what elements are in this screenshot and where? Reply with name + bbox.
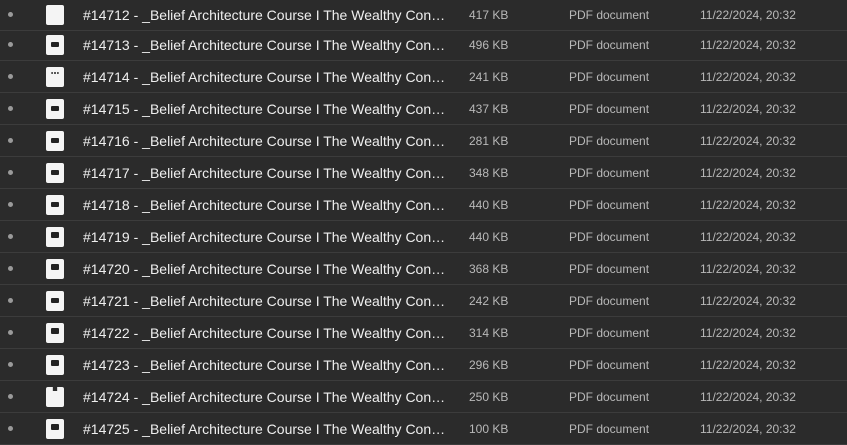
file-size: 250 KB [469, 390, 509, 404]
file-date-modified: 11/22/2024, 20:32 [700, 134, 796, 148]
bullet-icon [8, 74, 13, 79]
file-row[interactable]: #14722 - _Belief Architecture Course I T… [0, 318, 847, 349]
bullet-icon [8, 234, 13, 239]
file-type: PDF document [569, 38, 650, 52]
file-size: 242 KB [469, 294, 509, 308]
file-date-modified: 11/22/2024, 20:32 [700, 8, 796, 22]
file-type: PDF document [569, 262, 650, 276]
file-date-modified: 11/22/2024, 20:32 [700, 422, 796, 436]
pdf-thumbnail-icon [46, 35, 64, 55]
file-row[interactable]: #14713 - _Belief Architecture Course I T… [0, 30, 847, 61]
file-row[interactable]: #14715 - _Belief Architecture Course I T… [0, 94, 847, 125]
file-date-modified: 11/22/2024, 20:32 [700, 198, 796, 212]
pdf-thumbnail-icon [46, 163, 64, 183]
file-name[interactable]: #14717 - _Belief Architecture Course I T… [83, 165, 448, 182]
file-date-modified: 11/22/2024, 20:32 [700, 326, 796, 340]
file-type: PDF document [569, 198, 650, 212]
file-type: PDF document [569, 230, 650, 244]
file-type: PDF document [569, 294, 650, 308]
file-row[interactable]: #14719 - _Belief Architecture Course I T… [0, 222, 847, 253]
bullet-icon [8, 298, 13, 303]
file-size: 417 KB [469, 8, 509, 22]
file-name[interactable]: #14725 - _Belief Architecture Course I T… [83, 421, 448, 438]
bullet-icon [8, 426, 13, 431]
file-list: #14712 - _Belief Architecture Course I T… [0, 0, 847, 445]
file-row[interactable]: #14725 - _Belief Architecture Course I T… [0, 414, 847, 445]
file-size: 496 KB [469, 38, 509, 52]
pdf-thumbnail-icon [46, 355, 64, 375]
file-size: 440 KB [469, 230, 509, 244]
pdf-thumbnail-icon [46, 5, 64, 25]
file-row[interactable]: #14718 - _Belief Architecture Course I T… [0, 190, 847, 221]
file-name[interactable]: #14714 - _Belief Architecture Course I T… [83, 69, 448, 86]
file-name[interactable]: #14723 - _Belief Architecture Course I T… [83, 357, 448, 374]
file-type: PDF document [569, 8, 650, 22]
pdf-thumbnail-icon [46, 131, 64, 151]
file-size: 100 KB [469, 422, 509, 436]
file-type: PDF document [569, 358, 650, 372]
file-type: PDF document [569, 166, 650, 180]
file-size: 440 KB [469, 198, 509, 212]
file-type: PDF document [569, 70, 650, 84]
bullet-icon [8, 202, 13, 207]
file-name[interactable]: #14712 - _Belief Architecture Course I T… [83, 7, 448, 24]
file-row[interactable]: #14712 - _Belief Architecture Course I T… [0, 0, 847, 31]
file-date-modified: 11/22/2024, 20:32 [700, 102, 796, 116]
bullet-icon [8, 266, 13, 271]
bullet-icon [8, 394, 13, 399]
file-size: 281 KB [469, 134, 509, 148]
pdf-thumbnail-icon [46, 291, 64, 311]
file-row[interactable]: #14720 - _Belief Architecture Course I T… [0, 254, 847, 285]
file-row[interactable]: #14714 - _Belief Architecture Course I T… [0, 62, 847, 93]
file-type: PDF document [569, 390, 650, 404]
bullet-icon [8, 42, 13, 47]
pdf-thumbnail-icon [46, 323, 64, 343]
file-row[interactable]: #14723 - _Belief Architecture Course I T… [0, 350, 847, 381]
file-name[interactable]: #14720 - _Belief Architecture Course I T… [83, 261, 448, 278]
file-size: 437 KB [469, 102, 509, 116]
file-date-modified: 11/22/2024, 20:32 [700, 38, 796, 52]
file-date-modified: 11/22/2024, 20:32 [700, 230, 796, 244]
file-name[interactable]: #14722 - _Belief Architecture Course I T… [83, 325, 448, 342]
file-name[interactable]: #14724 - _Belief Architecture Course I T… [83, 389, 448, 406]
file-name[interactable]: #14721 - _Belief Architecture Course I T… [83, 293, 448, 310]
pdf-thumbnail-icon [46, 195, 64, 215]
file-date-modified: 11/22/2024, 20:32 [700, 262, 796, 276]
pdf-thumbnail-icon [46, 99, 64, 119]
file-row[interactable]: #14717 - _Belief Architecture Course I T… [0, 158, 847, 189]
file-name[interactable]: #14718 - _Belief Architecture Course I T… [83, 197, 448, 214]
file-name[interactable]: #14719 - _Belief Architecture Course I T… [83, 229, 448, 246]
pdf-thumbnail-icon [46, 259, 64, 279]
file-type: PDF document [569, 134, 650, 148]
file-size: 368 KB [469, 262, 509, 276]
file-name[interactable]: #14716 - _Belief Architecture Course I T… [83, 133, 448, 150]
bullet-icon [8, 330, 13, 335]
file-date-modified: 11/22/2024, 20:32 [700, 294, 796, 308]
pdf-thumbnail-icon [46, 419, 64, 439]
bullet-icon [8, 12, 13, 17]
file-row[interactable]: #14721 - _Belief Architecture Course I T… [0, 286, 847, 317]
pdf-thumbnail-icon [46, 227, 64, 247]
file-row[interactable]: #14724 - _Belief Architecture Course I T… [0, 382, 847, 413]
file-row[interactable]: #14716 - _Belief Architecture Course I T… [0, 126, 847, 157]
file-type: PDF document [569, 326, 650, 340]
file-size: 296 KB [469, 358, 509, 372]
file-type: PDF document [569, 422, 650, 436]
bullet-icon [8, 106, 13, 111]
file-date-modified: 11/22/2024, 20:32 [700, 70, 796, 84]
pdf-thumbnail-icon [46, 387, 64, 407]
bullet-icon [8, 362, 13, 367]
file-date-modified: 11/22/2024, 20:32 [700, 358, 796, 372]
file-name[interactable]: #14715 - _Belief Architecture Course I T… [83, 101, 448, 118]
file-size: 314 KB [469, 326, 509, 340]
bullet-icon [8, 170, 13, 175]
pdf-thumbnail-icon [46, 67, 64, 87]
file-type: PDF document [569, 102, 650, 116]
file-date-modified: 11/22/2024, 20:32 [700, 166, 796, 180]
file-size: 241 KB [469, 70, 509, 84]
bullet-icon [8, 138, 13, 143]
file-size: 348 KB [469, 166, 509, 180]
file-date-modified: 11/22/2024, 20:32 [700, 390, 796, 404]
file-name[interactable]: #14713 - _Belief Architecture Course I T… [83, 37, 448, 54]
